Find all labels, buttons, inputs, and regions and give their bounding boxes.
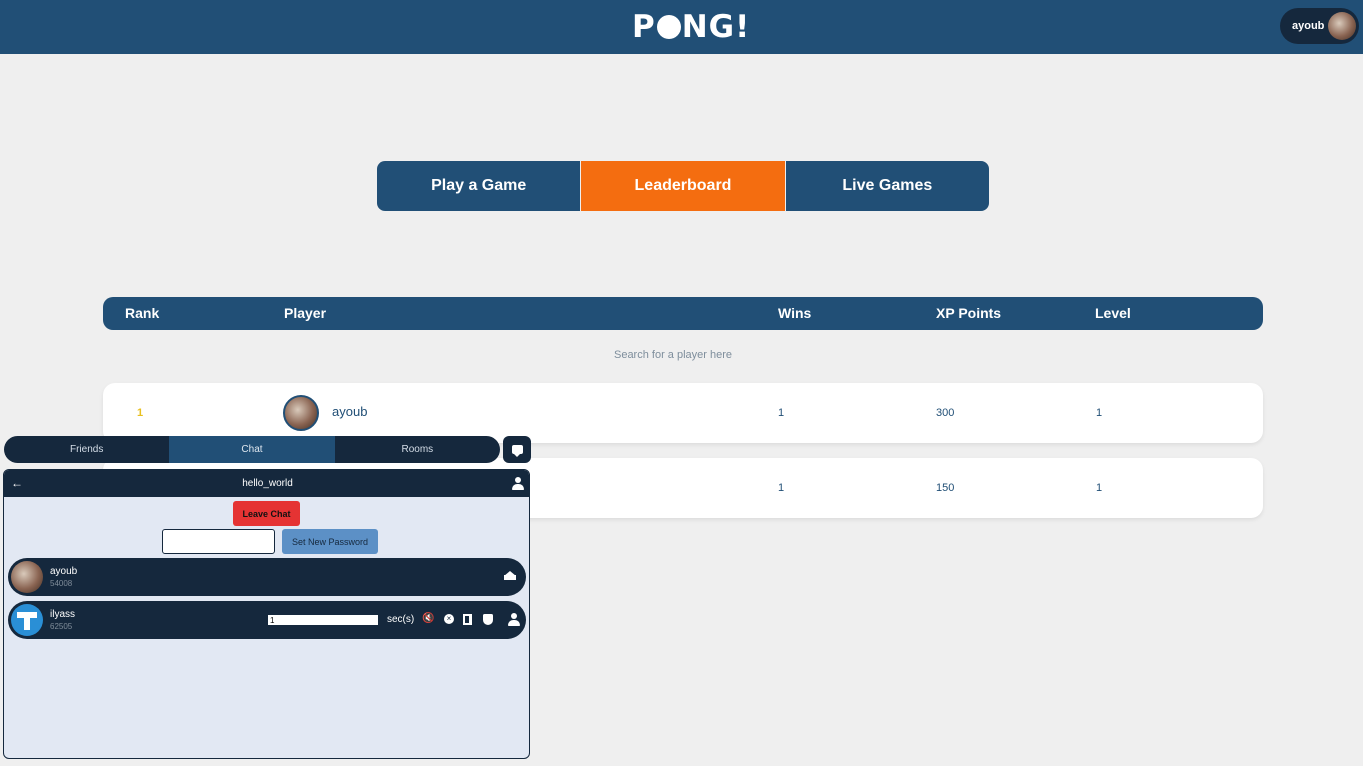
- level-value: 1: [1096, 407, 1103, 419]
- player-name[interactable]: ayoub: [332, 404, 367, 419]
- xp-value: 300: [936, 407, 955, 419]
- player-avatar: [283, 395, 319, 431]
- rank-value: 1: [137, 407, 144, 419]
- user-avatar: [1328, 12, 1356, 40]
- level-value: 1: [1096, 482, 1103, 494]
- chat-tab-friends[interactable]: Friends: [4, 436, 169, 463]
- member-avatar: [11, 561, 43, 593]
- message-bubble-icon: [511, 445, 523, 457]
- chat-tab-chat[interactable]: Chat: [169, 436, 335, 463]
- tab-leaderboard[interactable]: Leaderboard: [581, 161, 786, 211]
- mute-icon[interactable]: 🔇: [422, 613, 434, 625]
- mute-duration-input[interactable]: [267, 614, 379, 626]
- mute-unit-label: sec(s): [387, 614, 415, 625]
- column-wins: Wins: [778, 305, 812, 321]
- room-name: hello_world: [242, 478, 293, 489]
- column-player: Player: [284, 305, 327, 321]
- user-name: ayoub: [1292, 20, 1325, 32]
- ban-icon[interactable]: ×: [444, 614, 454, 624]
- member-name: ayoub: [50, 566, 78, 577]
- member-row[interactable]: ayoub 54008: [8, 558, 526, 596]
- make-admin-icon[interactable]: [483, 614, 493, 625]
- column-rank: Rank: [125, 305, 160, 321]
- set-new-password-button[interactable]: Set New Password: [282, 529, 378, 554]
- leave-chat-button[interactable]: Leave Chat: [233, 501, 300, 526]
- column-level: Level: [1095, 305, 1131, 321]
- member-avatar: [11, 604, 43, 636]
- chat-toggle-button[interactable]: [503, 436, 531, 463]
- member-row[interactable]: ilyass 62505 sec(s) 🔇 ×: [8, 601, 526, 639]
- logo-text-left: P: [632, 9, 656, 45]
- tab-play-a-game[interactable]: Play a Game: [377, 161, 582, 211]
- pong-logo[interactable]: P NG!: [632, 9, 751, 45]
- member-id: 62505: [50, 622, 73, 631]
- user-menu[interactable]: ayoub: [1280, 8, 1359, 44]
- tab-live-games[interactable]: Live Games: [785, 161, 989, 211]
- chat-tabs: Friends Chat Rooms: [4, 436, 500, 463]
- member-name: ilyass: [50, 609, 76, 620]
- logo-ball-icon: [656, 15, 681, 39]
- main-tabs: Play a Game Leaderboard Live Games: [377, 161, 989, 211]
- table-row[interactable]: 1 ayoub 1 300 1: [103, 383, 1263, 443]
- xp-value: 150: [936, 482, 955, 494]
- crown-icon: [504, 571, 516, 580]
- player-search-input[interactable]: [560, 345, 786, 365]
- room-members-icon[interactable]: [512, 477, 524, 491]
- logo-text-right: NG!: [681, 9, 751, 45]
- wins-value: 1: [778, 482, 785, 494]
- kick-icon[interactable]: [463, 614, 472, 625]
- chat-panel: ← hello_world Leave Chat Set New Passwor…: [3, 469, 530, 759]
- column-xp-points: XP Points: [936, 305, 1002, 321]
- chat-tab-rooms[interactable]: Rooms: [335, 436, 500, 463]
- top-bar: P NG! ayoub: [0, 0, 1363, 54]
- chat-header: ← hello_world: [4, 470, 529, 497]
- new-password-input[interactable]: [162, 529, 275, 554]
- leaderboard-header: Rank Player Wins XP Points Level: [103, 297, 1263, 330]
- profile-icon[interactable]: [508, 613, 520, 627]
- member-id: 54008: [50, 579, 73, 588]
- wins-value: 1: [778, 407, 785, 419]
